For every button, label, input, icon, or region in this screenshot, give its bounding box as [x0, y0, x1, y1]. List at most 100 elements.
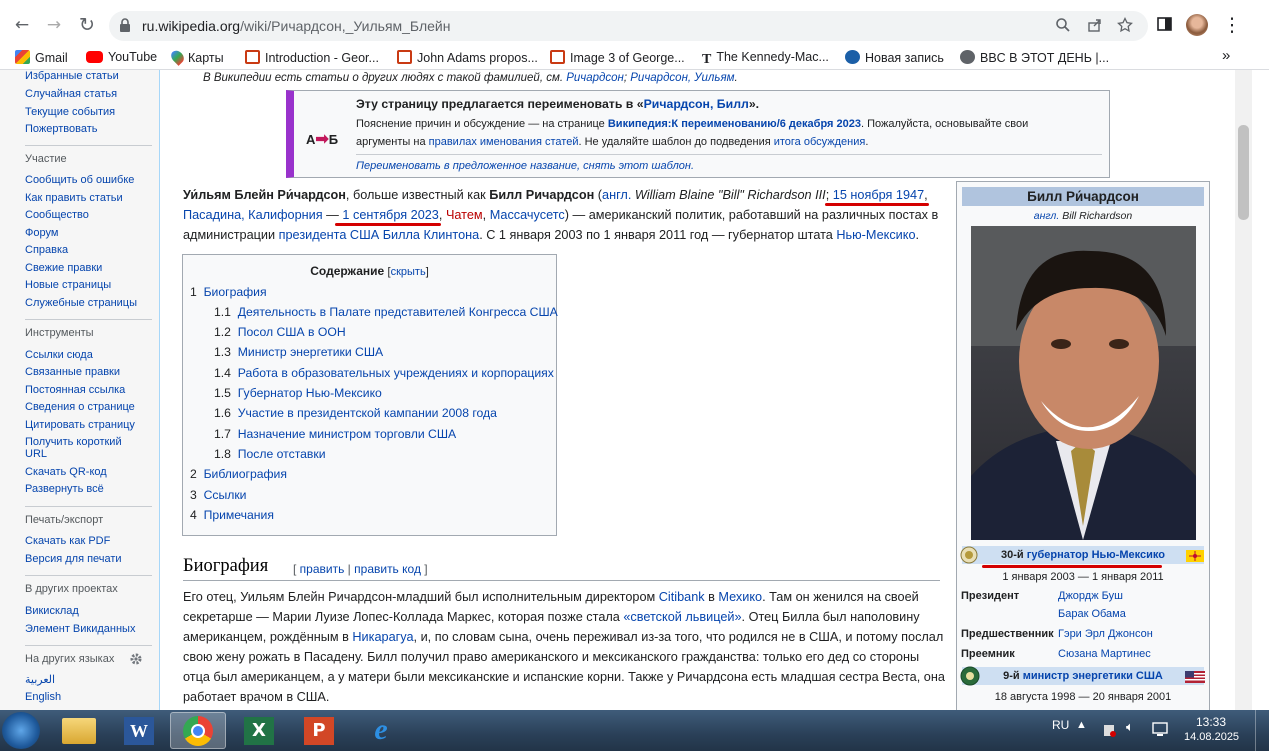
lang-link[interactable]: англ. [602, 188, 631, 202]
sidebar-link[interactable]: Цитировать страницу [25, 419, 135, 432]
portrait-photo[interactable] [971, 226, 1196, 540]
sidebar-link[interactable]: English [25, 691, 61, 704]
bookmark-3[interactable]: Image 3 of George... [550, 50, 685, 65]
toc-item[interactable]: 4 Примечания [190, 508, 274, 522]
star-icon[interactable] [1117, 17, 1133, 33]
zoom-icon[interactable] [1055, 17, 1071, 33]
taskbar-word[interactable]: W [112, 712, 168, 749]
toc-item[interactable]: 2 Библиография [190, 467, 287, 481]
socialite-link[interactable]: «светской львицей» [623, 610, 741, 624]
reload-button[interactable]: ↻ [75, 15, 99, 35]
sidebar-link[interactable]: Форум [25, 227, 58, 240]
redlink[interactable]: Чатем [446, 208, 483, 222]
toc-item[interactable]: 1.2 Посол США в ООН [214, 325, 346, 339]
toc-item[interactable]: 3 Ссылки [190, 488, 246, 502]
clock-date[interactable]: 14.08.2025 [1184, 731, 1239, 743]
sidebar-link[interactable]: Скачать QR-код [25, 466, 107, 479]
sidebar-link[interactable]: Случайная статья [25, 88, 117, 101]
sidebar-link[interactable]: Сведения о странице [25, 401, 135, 414]
sidebar-link[interactable]: Свежие правки [25, 262, 102, 275]
toc-item[interactable]: 1.1 Деятельность в Палате представителей… [214, 305, 558, 319]
sidebar-link[interactable]: URL [25, 448, 47, 461]
page-scrollbar[interactable] [1235, 70, 1252, 710]
edit-code-link[interactable]: править код [354, 562, 421, 576]
notice-link[interactable]: правилах именования статей [429, 136, 579, 148]
menu-button[interactable]: ⋮ [1220, 15, 1244, 35]
bookmark-1[interactable]: Introduction - Geor... [245, 50, 379, 65]
sidebar-link[interactable]: Развернуть всё [25, 483, 104, 496]
sidebar-link[interactable]: Версия для печати [25, 553, 122, 566]
hatnote-link[interactable]: Ричардсон, Уильям [630, 72, 734, 84]
taskbar-powerpoint[interactable]: P [292, 712, 348, 749]
bookmark-4[interactable]: T The Kennedy-Mac... [702, 50, 829, 67]
lock-icon[interactable] [119, 18, 131, 32]
forward-button[interactable]: → [42, 15, 66, 35]
toc-item[interactable]: 1.8 После отставки [214, 447, 326, 461]
toc-item[interactable]: 1.4 Работа в образовательных учреждениях… [214, 366, 554, 380]
sidebar-link[interactable]: Избранные статьи [25, 70, 119, 83]
sidebar-link[interactable]: Как править статьи [25, 192, 123, 205]
birth-date-link[interactable]: 15 ноября 1947 [833, 188, 924, 202]
sidebar-link[interactable]: Сообщить об ошибке [25, 174, 134, 187]
sidebar-link[interactable]: Ссылки сюда [25, 349, 93, 362]
predecessor-link[interactable]: Гэри Эрл Джонсон [1058, 628, 1153, 640]
address-bar[interactable]: ru.wikipedia.org/wiki/Ричардсон,_Уильям_… [109, 11, 1148, 41]
side-panel-icon[interactable] [1157, 17, 1172, 31]
death-date-link[interactable]: 1 сентября 2023 [342, 208, 438, 222]
sidebar-link[interactable]: Служебные страницы [25, 297, 137, 310]
notice-link[interactable]: Википедия:К переименованию/6 декабря 202… [608, 118, 861, 130]
share-icon[interactable] [1087, 17, 1103, 33]
bookmark-maps[interactable]: Карты [168, 48, 224, 66]
toc-item[interactable]: 1.3 Министр энергетики США [214, 345, 383, 359]
gear-icon[interactable] [129, 652, 143, 666]
toc-item[interactable]: 1.6 Участие в президентской кампании 200… [214, 406, 497, 420]
bookmark-5[interactable]: Новая запись [845, 50, 944, 65]
citibank-link[interactable]: Citibank [659, 590, 705, 604]
start-button[interactable] [2, 712, 40, 749]
taskbar-ie[interactable]: e [354, 712, 410, 749]
state-link[interactable]: Массачусетс [490, 208, 565, 222]
network-icon[interactable] [1152, 721, 1168, 737]
sidebar-link[interactable]: Викисклад [25, 605, 79, 618]
back-button[interactable]: ← [10, 15, 34, 35]
show-desktop-button[interactable] [1255, 710, 1269, 751]
bookmarks-more[interactable]: » [1222, 47, 1230, 64]
sidebar-link[interactable]: Новые страницы [25, 279, 111, 292]
scrollbar-thumb[interactable] [1238, 125, 1249, 220]
sidebar-link[interactable]: Скачать как PDF [25, 535, 110, 548]
taskbar-explorer[interactable] [52, 712, 108, 749]
sidebar-link[interactable]: Текущие события [25, 106, 115, 119]
president-link[interactable]: президента США Билла Клинтона [279, 228, 480, 242]
taskbar-excel[interactable]: X [232, 712, 288, 749]
clock-time[interactable]: 13:33 [1196, 715, 1226, 729]
toc-hide-link[interactable]: скрыть [391, 266, 426, 278]
office-link[interactable]: министр энергетики США [1023, 670, 1163, 682]
new-mexico-link[interactable]: Нью-Мексико [836, 228, 915, 242]
language-indicator[interactable]: RU [1052, 718, 1069, 732]
toc-item[interactable]: 1.5 Губернатор Нью-Мексико [214, 386, 382, 400]
bookmark-gmail[interactable]: Gmail [15, 50, 68, 65]
president-link[interactable]: Барак Обама [1058, 608, 1126, 620]
tray-expand-icon[interactable]: ▲ [1076, 719, 1087, 731]
sidebar-link[interactable]: Сообщество [25, 209, 89, 222]
bookmark-2[interactable]: John Adams propos... [397, 50, 538, 65]
sidebar-link[interactable]: Пожертвовать [25, 123, 98, 136]
office-link[interactable]: губернатор Нью-Мексико [1027, 549, 1165, 561]
successor-link[interactable]: Сюзана Мартинес [1058, 648, 1151, 660]
toc-item[interactable]: 1.7 Назначение министром торговли США [214, 427, 456, 441]
bookmark-youtube[interactable]: YouTube [86, 50, 157, 64]
notice-link[interactable]: итога обсуждения [774, 136, 866, 148]
profile-avatar[interactable] [1186, 14, 1208, 36]
taskbar-chrome[interactable] [170, 712, 226, 749]
notice-title-link[interactable]: Ричардсон, Билл [644, 97, 749, 111]
birthplace-link[interactable]: Пасадина, Калифорния [183, 208, 323, 222]
sidebar-link[interactable]: Элемент Викиданных [25, 623, 135, 636]
hatnote-link[interactable]: Ричардсон [566, 72, 624, 84]
sidebar-link[interactable]: Связанные правки [25, 366, 120, 379]
edit-link[interactable]: править [300, 562, 345, 576]
volume-icon[interactable]: 🔈︎ [1126, 719, 1134, 735]
bookmark-6[interactable]: BBC В ЭТОТ ДЕНЬ |... [960, 50, 1109, 65]
mexico-city-link[interactable]: Мехико [718, 590, 762, 604]
sidebar-link[interactable]: Справка [25, 244, 68, 257]
president-link[interactable]: Джордж Буш [1058, 590, 1123, 602]
